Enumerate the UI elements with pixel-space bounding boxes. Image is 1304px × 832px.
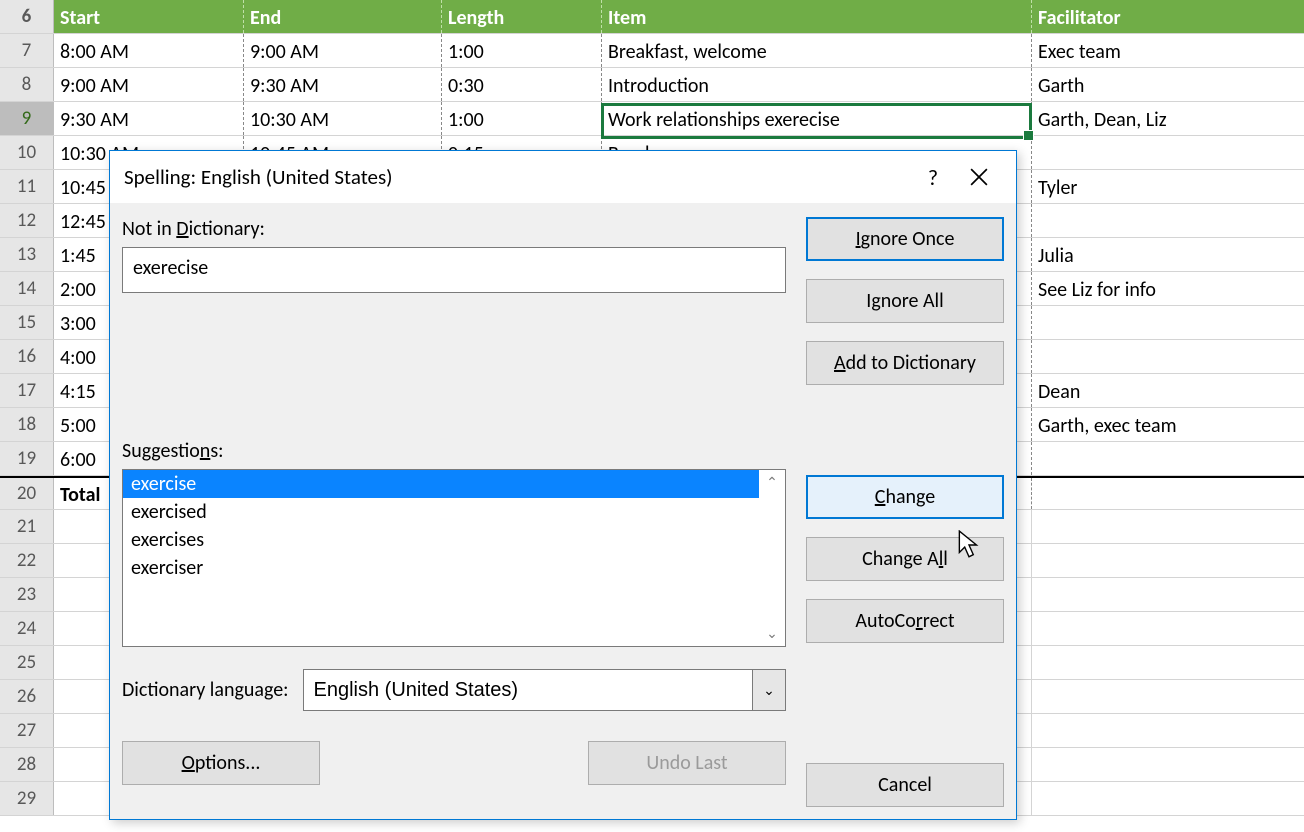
not-in-dictionary-field[interactable]: exerecise [122,247,786,293]
row-number[interactable]: 14 [0,272,54,305]
suggestions-label: Suggestions: [122,439,786,463]
cell[interactable]: Facilitator [1032,0,1304,33]
cell[interactable] [1032,306,1304,339]
row-number[interactable]: 6 [0,0,54,33]
cell[interactable]: Start [54,0,244,33]
dictionary-language-label: Dictionary language: [122,678,289,702]
row-number[interactable]: 27 [0,714,54,747]
row-number[interactable]: 25 [0,646,54,679]
row-number[interactable]: 16 [0,340,54,373]
suggestion-item[interactable]: exercises [123,526,759,554]
row-number[interactable]: 21 [0,510,54,543]
scroll-up-icon[interactable]: ⌃ [766,474,778,491]
row-number[interactable]: 26 [0,680,54,713]
dialog-title: Spelling: English (United States) [124,164,910,190]
cell[interactable]: Breakfast, welcome [602,34,1032,67]
cell[interactable]: Introduction [602,68,1032,101]
scroll-down-icon[interactable]: ⌄ [766,625,778,642]
cell[interactable] [1032,578,1304,611]
cell[interactable]: 8:00 AM [54,34,244,67]
suggestion-item[interactable]: exerciser [123,554,759,582]
cell[interactable] [1032,646,1304,679]
row-number[interactable]: 7 [0,34,54,67]
row-number[interactable]: 29 [0,782,54,815]
row-number[interactable]: 8 [0,68,54,101]
cancel-button[interactable]: Cancel [806,763,1004,807]
spelling-dialog: Spelling: English (United States) ? Not … [109,150,1017,820]
row-number[interactable]: 13 [0,238,54,271]
cell[interactable]: Dean [1032,374,1304,407]
change-button[interactable]: Change [806,475,1004,519]
row-number[interactable]: 24 [0,612,54,645]
cell[interactable]: Work relationships exerecise [602,102,1032,135]
cell[interactable]: Item [602,0,1032,33]
cell[interactable]: Julia [1032,238,1304,271]
cell[interactable]: 9:00 AM [244,34,442,67]
cell[interactable]: 0:30 [442,68,602,101]
table-row[interactable]: 6StartEndLengthItemFacilitator [0,0,1304,34]
row-number[interactable]: 17 [0,374,54,407]
suggestions-list[interactable]: exerciseexercisedexercisesexerciser ⌃ ⌄ [122,469,786,647]
chevron-down-icon[interactable]: ⌄ [752,669,786,711]
dictionary-language-select[interactable]: ⌄ [303,669,786,711]
cell[interactable]: Exec team [1032,34,1304,67]
cell[interactable]: Garth, Dean, Liz [1032,102,1304,135]
cell[interactable] [1032,544,1304,577]
suggestion-item[interactable]: exercise [123,470,759,498]
cell[interactable] [1032,510,1304,543]
cell[interactable] [1032,478,1304,509]
row-number[interactable]: 15 [0,306,54,339]
cell[interactable] [1032,136,1304,169]
cell[interactable]: Length [442,0,602,33]
dictionary-language-value[interactable] [303,669,752,711]
ignore-once-button[interactable]: Ignore Once [806,217,1004,261]
cell[interactable] [1032,442,1304,475]
row-number[interactable]: 19 [0,442,54,475]
table-row[interactable]: 99:30 AM10:30 AM1:00Work relationships e… [0,102,1304,136]
table-row[interactable]: 89:00 AM9:30 AM0:30IntroductionGarth [0,68,1304,102]
cell[interactable]: 1:00 [442,102,602,135]
cell[interactable]: See Liz for info [1032,272,1304,305]
row-number[interactable]: 22 [0,544,54,577]
cell[interactable]: End [244,0,442,33]
row-number[interactable]: 12 [0,204,54,237]
cell[interactable] [1032,204,1304,237]
suggestion-item[interactable]: exercised [123,498,759,526]
close-icon [970,168,988,186]
cell[interactable]: 9:00 AM [54,68,244,101]
row-number[interactable]: 18 [0,408,54,441]
change-all-button[interactable]: Change All [806,537,1004,581]
close-button[interactable] [956,157,1002,197]
cell[interactable]: 10:30 AM [244,102,442,135]
cell[interactable] [1032,748,1304,781]
cell[interactable]: 9:30 AM [54,102,244,135]
row-number[interactable]: 20 [0,478,54,509]
cell[interactable] [1032,714,1304,747]
help-button[interactable]: ? [910,157,956,197]
cell[interactable] [1032,612,1304,645]
cell[interactable] [1032,680,1304,713]
autocorrect-button[interactable]: AutoCorrect [806,599,1004,643]
suggestions-scrollbar[interactable]: ⌃ ⌄ [759,470,785,646]
cell[interactable]: Garth [1032,68,1304,101]
cell[interactable]: Garth, exec team [1032,408,1304,441]
ignore-all-button[interactable]: Ignore All [806,279,1004,323]
options-button[interactable]: Options... [122,741,320,785]
cell[interactable]: 9:30 AM [244,68,442,101]
row-number[interactable]: 10 [0,136,54,169]
table-row[interactable]: 78:00 AM9:00 AM1:00Breakfast, welcomeExe… [0,34,1304,68]
row-number[interactable]: 28 [0,748,54,781]
cell[interactable] [1032,782,1304,815]
undo-last-button[interactable]: Undo Last [588,741,786,785]
row-number[interactable]: 11 [0,170,54,203]
dialog-titlebar[interactable]: Spelling: English (United States) ? [110,151,1016,203]
add-to-dictionary-button[interactable]: Add to Dictionary [806,341,1004,385]
row-number[interactable]: 9 [0,102,54,135]
not-in-dictionary-label: Not in Dictionary: [122,217,786,241]
cell[interactable]: Tyler [1032,170,1304,203]
cell[interactable] [1032,340,1304,373]
cell[interactable]: 1:00 [442,34,602,67]
row-number[interactable]: 23 [0,578,54,611]
